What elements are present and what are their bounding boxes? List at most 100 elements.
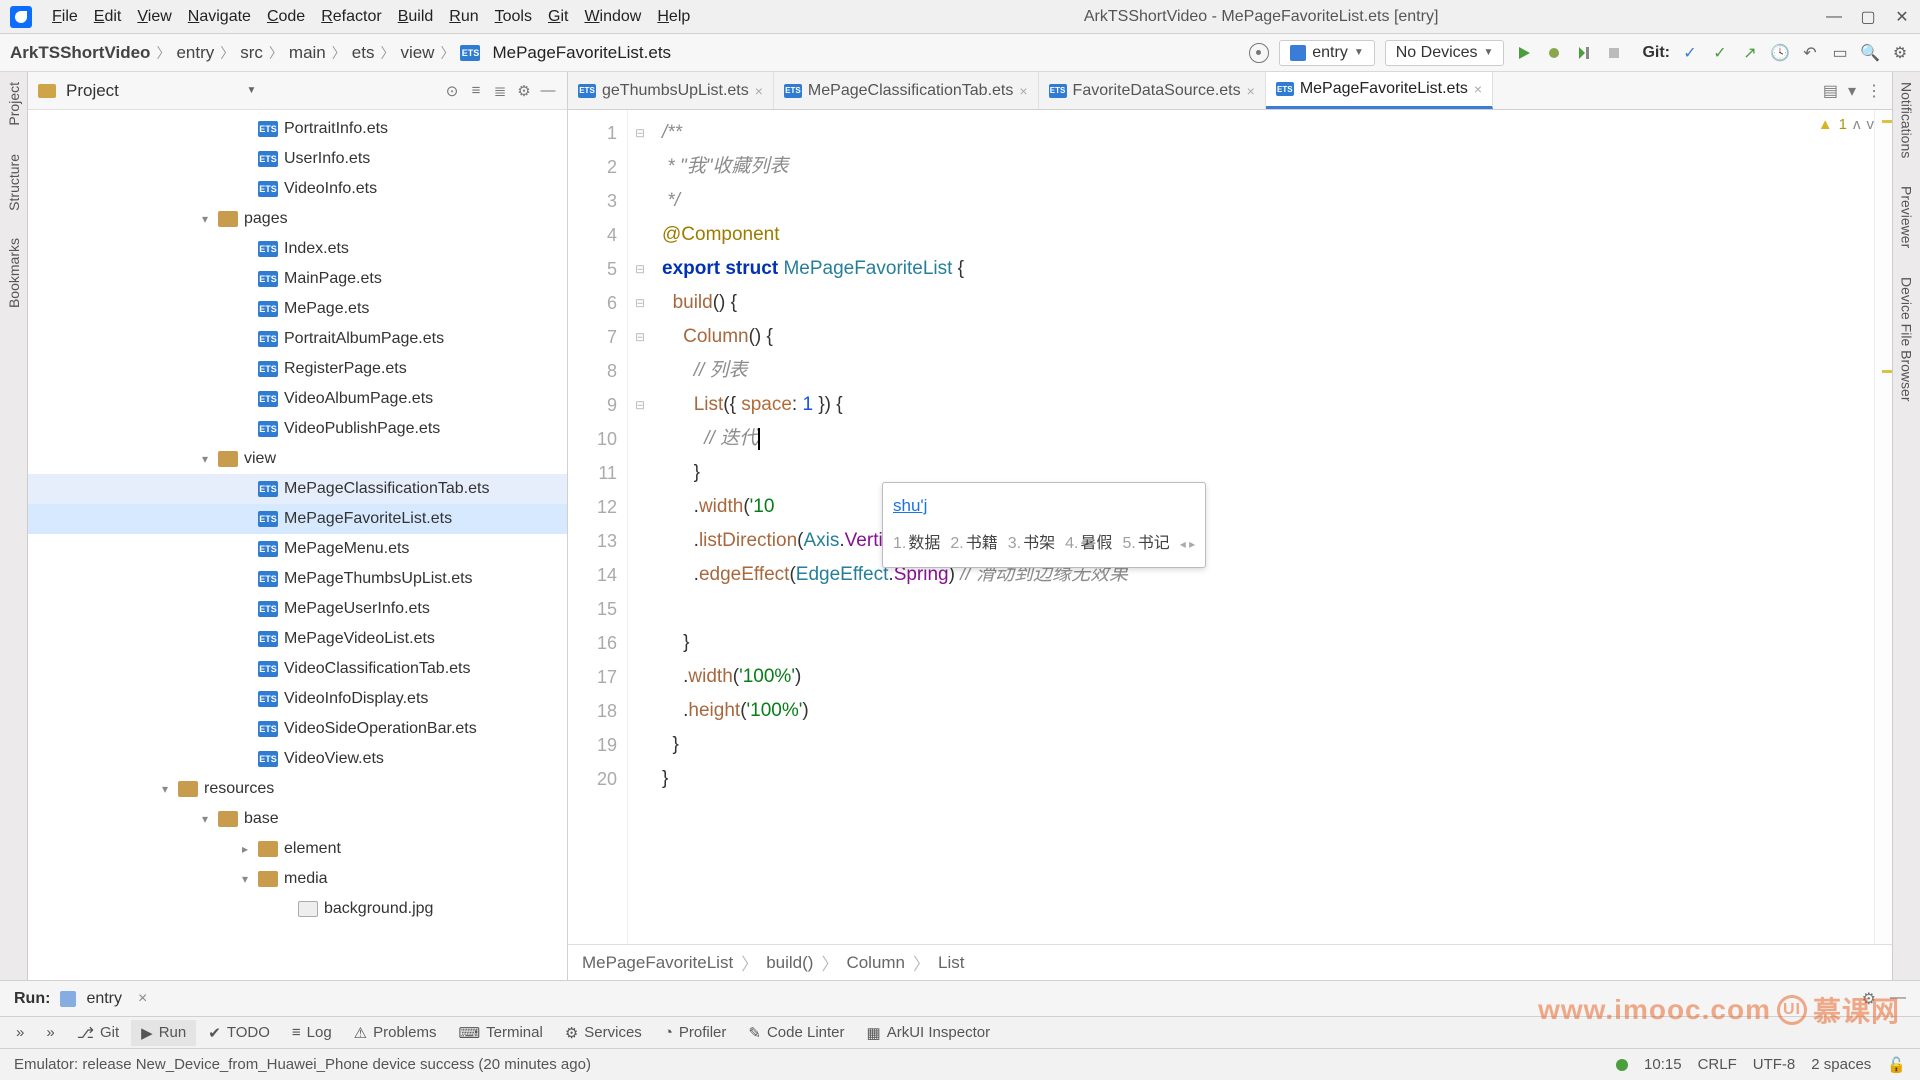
menu-run[interactable]: Run — [443, 6, 484, 28]
search-icon[interactable]: 🔍 — [1860, 43, 1880, 63]
editor-tab[interactable]: ETSFavoriteDataSource.ets× — [1039, 72, 1266, 109]
right-gutter-previewer[interactable]: Previewer — [1897, 182, 1917, 252]
bottom-tool-code-linter[interactable]: ✎Code Linter — [738, 1020, 854, 1046]
device-select[interactable]: No Devices ▼ — [1385, 40, 1505, 66]
editor-breadcrumb[interactable]: MePageFavoriteList〉build()〉Column〉List — [568, 944, 1892, 980]
code-editor[interactable]: ▲ 1 ʌ v 1234567891011121314151617181920 … — [568, 110, 1892, 944]
warning-marker[interactable] — [1882, 120, 1892, 123]
editor-tab[interactable]: ETSgeThumbsUpList.ets× — [568, 72, 774, 109]
indent-setting[interactable]: 2 spaces — [1811, 1056, 1871, 1073]
tree-file[interactable]: ETSVideoSideOperationBar.ets — [28, 714, 567, 744]
tree-folder[interactable]: ▾media — [28, 864, 567, 894]
bottom-tool-arkui-inspector[interactable]: ▦ArkUI Inspector — [857, 1020, 1001, 1046]
tree-folder[interactable]: ▾pages — [28, 204, 567, 234]
close-tab-icon[interactable]: × — [1474, 81, 1482, 97]
run-config-select[interactable]: entry ▼ — [1279, 40, 1374, 66]
file-encoding[interactable]: UTF-8 — [1753, 1056, 1796, 1073]
next-highlight-icon[interactable]: v — [1867, 116, 1875, 133]
tree-file[interactable]: ETSMePageVideoList.ets — [28, 624, 567, 654]
close-button[interactable]: ✕ — [1894, 9, 1910, 25]
select-opened-icon[interactable]: ⊙ — [443, 82, 461, 100]
menu-edit[interactable]: Edit — [88, 6, 128, 28]
tree-file[interactable]: ETSMePageUserInfo.ets — [28, 594, 567, 624]
breadcrumb-item[interactable]: entry — [176, 43, 214, 63]
tree-file[interactable]: ETSUserInfo.ets — [28, 144, 567, 174]
tree-folder[interactable]: ▾view — [28, 444, 567, 474]
right-gutter-notifications[interactable]: Notifications — [1897, 78, 1917, 162]
tree-file[interactable]: ETSMePageClassificationTab.ets — [28, 474, 567, 504]
menu-navigate[interactable]: Navigate — [182, 6, 257, 28]
tree-file[interactable]: ETSPortraitAlbumPage.ets — [28, 324, 567, 354]
coverage-button[interactable] — [1574, 43, 1594, 63]
menu-tools[interactable]: Tools — [489, 6, 538, 28]
hide-panel-icon[interactable]: — — [539, 82, 557, 100]
bottom-tool-problems[interactable]: ⚠Problems — [344, 1020, 447, 1046]
tree-folder[interactable]: ▾resources — [28, 774, 567, 804]
bottom-tool-terminal[interactable]: ⌨Terminal — [448, 1020, 552, 1046]
close-run-tab-icon[interactable]: × — [138, 990, 147, 1008]
ime-popup[interactable]: shu'j1.数据2.书籍3.书架4.暑假5.书记◂ ▸ — [882, 482, 1206, 568]
tab-list-icon[interactable]: ▾ — [1848, 81, 1856, 101]
fold-gutter[interactable]: ⊟⊟⊟⊟⊟ — [628, 110, 652, 944]
tree-file[interactable]: ETSVideoInfo.ets — [28, 174, 567, 204]
bottom-tool-»[interactable]: » — [6, 1020, 34, 1045]
target-icon[interactable] — [1249, 43, 1269, 63]
tree-file[interactable]: ETSVideoPublishPage.ets — [28, 414, 567, 444]
tree-file[interactable]: ETSMePageFavoriteList.ets — [28, 504, 567, 534]
tree-file[interactable]: ETSVideoAlbumPage.ets — [28, 384, 567, 414]
line-separator[interactable]: CRLF — [1698, 1056, 1737, 1073]
breadcrumb-item[interactable]: MePageFavoriteList.ets — [492, 43, 671, 63]
tree-file[interactable]: ETSVideoClassificationTab.ets — [28, 654, 567, 684]
bottom-tool-log[interactable]: ≡Log — [282, 1020, 342, 1045]
menu-refactor[interactable]: Refactor — [315, 6, 387, 28]
warning-marker[interactable] — [1882, 370, 1892, 373]
bottom-tool-git[interactable]: ⎇Git — [67, 1020, 129, 1046]
editor-tab[interactable]: ETSMePageFavoriteList.ets× — [1266, 72, 1493, 109]
hide-run-panel-icon[interactable]: — — [1890, 989, 1906, 1009]
breadcrumb-item[interactable]: ets — [352, 43, 375, 63]
breadcrumb-item[interactable]: main — [289, 43, 326, 63]
tree-file[interactable]: ETSVideoInfoDisplay.ets — [28, 684, 567, 714]
tree-file[interactable]: ETSRegisterPage.ets — [28, 354, 567, 384]
editor-breadcrumb-item[interactable]: build() — [766, 953, 813, 973]
stop-button[interactable] — [1604, 43, 1624, 63]
tree-folder[interactable]: ▸element — [28, 834, 567, 864]
settings-icon[interactable]: ⚙ — [515, 82, 533, 100]
run-settings-icon[interactable]: ⚙ — [1862, 989, 1876, 1009]
bottom-tool-profiler[interactable]: ◔Profiler — [654, 1020, 737, 1045]
inspection-widget[interactable]: ▲ 1 ʌ v — [1818, 116, 1874, 133]
ime-candidates[interactable]: 1.数据2.书籍3.书架4.暑假5.书记◂ ▸ — [893, 527, 1195, 561]
tree-file[interactable]: ETSVideoView.ets — [28, 744, 567, 774]
menu-help[interactable]: Help — [651, 6, 696, 28]
tree-file[interactable]: ETSMePageMenu.ets — [28, 534, 567, 564]
tree-file[interactable]: ETSMePage.ets — [28, 294, 567, 324]
bottom-tool-»[interactable]: » — [36, 1020, 64, 1045]
chevron-down-icon[interactable]: ▼ — [247, 85, 257, 96]
menu-build[interactable]: Build — [392, 6, 440, 28]
tab-actions-icon[interactable]: ⋮ — [1866, 81, 1882, 101]
tree-file[interactable]: ETSMainPage.ets — [28, 264, 567, 294]
project-tree[interactable]: ETSPortraitInfo.etsETSUserInfo.etsETSVid… — [28, 110, 567, 980]
git-pull-icon[interactable]: ✓ — [1680, 43, 1700, 63]
breadcrumb-item[interactable]: src — [240, 43, 263, 63]
prev-highlight-icon[interactable]: ʌ — [1853, 116, 1861, 133]
git-push-icon[interactable]: ↗ — [1740, 43, 1760, 63]
bottom-tool-services[interactable]: ⚙Services — [555, 1020, 652, 1046]
more-tabs-icon[interactable]: ▤ — [1823, 81, 1838, 101]
status-indicator-icon[interactable] — [1616, 1059, 1628, 1071]
git-history-icon[interactable]: 🕓 — [1770, 43, 1790, 63]
menu-view[interactable]: View — [131, 6, 177, 28]
menu-code[interactable]: Code — [261, 6, 311, 28]
maximize-button[interactable]: ▢ — [1860, 9, 1876, 25]
tree-folder[interactable]: ▾base — [28, 804, 567, 834]
caret-position[interactable]: 10:15 — [1644, 1056, 1682, 1073]
minimize-button[interactable]: — — [1826, 9, 1842, 25]
git-commit-icon[interactable]: ✓ — [1710, 43, 1730, 63]
editor-tab[interactable]: ETSMePageClassificationTab.ets× — [774, 72, 1039, 109]
bottom-tool-run[interactable]: ▶Run — [131, 1020, 196, 1046]
right-gutter-device-file-browser[interactable]: Device File Browser — [1897, 273, 1917, 405]
menu-git[interactable]: Git — [542, 6, 574, 28]
menu-file[interactable]: File — [46, 6, 84, 28]
left-gutter-bookmarks[interactable]: Bookmarks — [4, 234, 24, 312]
menu-window[interactable]: Window — [578, 6, 647, 28]
